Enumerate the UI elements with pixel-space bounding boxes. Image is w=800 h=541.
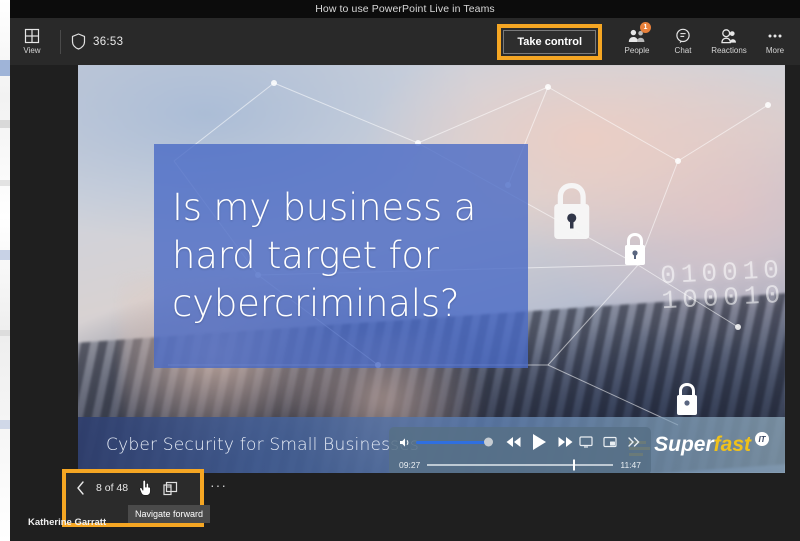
- teams-meeting-window: How to use PowerPoint Live in Teams View: [0, 0, 800, 541]
- slide-title-line-1: Is my business a: [172, 185, 477, 229]
- reactions-label: Reactions: [711, 46, 747, 55]
- hand-cursor-icon[interactable]: [139, 480, 152, 496]
- page-title: How to use PowerPoint Live in Teams: [315, 3, 495, 15]
- volume-control[interactable]: [399, 437, 493, 448]
- binary-digits-graphic: 010010 100010: [659, 254, 785, 317]
- rewind-button[interactable]: [505, 436, 522, 448]
- chevron-left-icon[interactable]: [76, 481, 85, 495]
- shield-icon: [71, 33, 86, 50]
- chat-label: Chat: [674, 46, 692, 55]
- double-chevron-right-icon[interactable]: [627, 436, 641, 448]
- reactions-icon: [720, 28, 738, 44]
- toolbar-divider: [60, 29, 61, 54]
- chat-icon: [675, 28, 691, 44]
- padlock-icon-small: [625, 233, 645, 265]
- cast-screen-icon[interactable]: [579, 436, 593, 448]
- slide-counter: 8 of 48: [96, 482, 129, 494]
- presenter-name-label: Katherine Garratt: [28, 517, 107, 528]
- slide-layout-icon[interactable]: [163, 481, 178, 496]
- slide-more-options-icon[interactable]: ···: [210, 477, 227, 493]
- volume-slider-handle[interactable]: [484, 437, 493, 447]
- logo-it-badge: IT: [755, 432, 769, 446]
- seek-bar[interactable]: [427, 459, 614, 471]
- more-label: More: [765, 46, 785, 55]
- logo-super-text: Super: [654, 433, 714, 456]
- take-control-button[interactable]: Take control: [503, 29, 596, 54]
- chat-button[interactable]: Chat: [660, 18, 706, 65]
- people-badge: 1: [640, 22, 651, 33]
- logo-wordmark: Superfast: [654, 434, 751, 455]
- more-options-button[interactable]: More: [752, 18, 798, 65]
- meeting-toolbar: View 36:53 Take control 1 People Chat Re…: [10, 18, 800, 65]
- elapsed-time: 09:27: [399, 460, 421, 470]
- view-label: View: [23, 46, 41, 55]
- video-player-controls[interactable]: 09:27 11:47: [389, 427, 651, 473]
- view-button[interactable]: View: [10, 18, 54, 65]
- slide-navigation-bar: 8 of 48: [66, 473, 200, 503]
- logo-fast-text: fast: [713, 433, 751, 456]
- navigate-forward-tooltip: Navigate forward: [128, 505, 211, 523]
- volume-icon[interactable]: [399, 437, 412, 448]
- slide-title-line-3: cybercriminals?: [172, 282, 460, 326]
- fast-forward-button[interactable]: [557, 436, 574, 448]
- reactions-button[interactable]: Reactions: [706, 18, 752, 65]
- meeting-stage: 010010 100010 Is my business a hard targ…: [10, 65, 800, 541]
- slide-caption-text: Cyber Security for Small Businesses: [106, 435, 419, 455]
- people-label: People: [624, 46, 650, 55]
- play-button[interactable]: [531, 433, 548, 451]
- background-page-sliver: [0, 0, 10, 541]
- grid-view-icon: [24, 28, 40, 44]
- slide-title-line-2: hard target for: [172, 233, 439, 277]
- timer-value: 36:53: [93, 35, 124, 48]
- slide-title-text: Is my business a hard target for cybercr…: [154, 184, 494, 328]
- more-ellipsis-icon: [766, 28, 784, 44]
- volume-slider[interactable]: [416, 437, 493, 447]
- meeting-timer: 36:53: [71, 33, 123, 50]
- padlock-icon-bottom: [677, 383, 697, 415]
- powerpoint-slide[interactable]: 010010 100010 Is my business a hard targ…: [78, 65, 785, 473]
- picture-in-picture-icon[interactable]: [603, 436, 617, 448]
- slide-title-block: Is my business a hard target for cybercr…: [154, 144, 528, 368]
- duration-time: 11:47: [620, 460, 641, 470]
- people-button[interactable]: 1 People: [614, 18, 660, 65]
- browser-title-bar: How to use PowerPoint Live in Teams: [10, 0, 800, 18]
- padlock-icon-large: [554, 183, 590, 239]
- take-control-highlight: Take control: [497, 23, 602, 60]
- seek-bar-handle[interactable]: [573, 459, 576, 471]
